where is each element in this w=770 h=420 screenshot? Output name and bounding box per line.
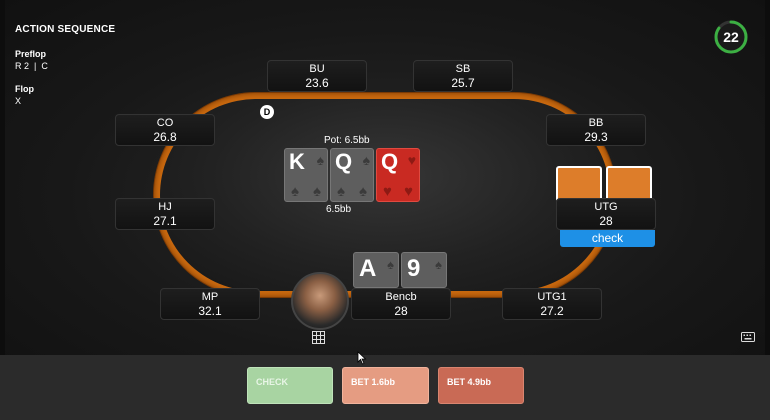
street-actions-preflop: R 2 | C	[15, 61, 48, 71]
spade-icon: ♠	[337, 183, 345, 200]
hero-card: A ♠	[353, 252, 399, 288]
spade-icon: ♠	[316, 152, 324, 168]
seat-hero[interactable]: Bencb 28	[351, 288, 451, 320]
spade-icon: ♠	[291, 183, 299, 200]
seat-utg1[interactable]: UTG1 27.2	[502, 288, 602, 320]
seat-stack: 27.1	[153, 214, 177, 228]
keyboard-icon[interactable]	[741, 332, 755, 342]
seat-name: Bencb	[385, 291, 417, 303]
board-card: Q ♥ ♥ ♥	[376, 148, 420, 202]
seat-bu[interactable]: BU 23.6	[267, 60, 367, 92]
seat-bb[interactable]: BB 29.3	[546, 114, 646, 146]
utg-hole-card-back	[606, 166, 652, 202]
card-rank: Q	[335, 149, 353, 174]
timer-seconds: 22	[723, 29, 739, 45]
street-label-preflop: Preflop	[15, 49, 47, 59]
card-rank: Q	[381, 149, 399, 174]
seat-co[interactable]: CO 26.8	[115, 114, 215, 146]
grid-icon[interactable]	[312, 331, 325, 344]
spade-icon: ♠	[387, 257, 394, 272]
seat-position: CO	[156, 117, 174, 129]
bet-small-button[interactable]: BET 1.6bb	[342, 367, 429, 404]
seat-stack: 32.1	[198, 304, 222, 318]
seat-stack: 25.7	[451, 76, 475, 90]
seat-stack: 29.3	[584, 130, 608, 144]
card-rank: A	[359, 255, 377, 282]
heart-icon: ♥	[407, 152, 416, 168]
seat-position: UTG	[594, 201, 618, 213]
card-rank: 9	[407, 255, 421, 282]
seat-position: MP	[201, 291, 219, 303]
card-rank: K	[289, 149, 305, 174]
board-card: K ♠ ♠ ♠	[284, 148, 328, 202]
seat-position: BU	[309, 63, 325, 75]
seat-position: HJ	[158, 201, 172, 213]
seat-stack: 28	[394, 304, 408, 318]
spade-icon: ♠	[435, 257, 442, 272]
spade-icon: ♠	[313, 183, 321, 200]
bet-amount: 6.5bb	[326, 204, 352, 215]
seat-position: SB	[455, 63, 471, 75]
seat-sb[interactable]: SB 25.7	[413, 60, 513, 92]
utg-last-action-badge: check	[560, 230, 655, 247]
spade-icon: ♠	[362, 152, 370, 168]
heart-icon: ♥	[404, 183, 413, 200]
seat-stack: 28	[599, 214, 613, 228]
check-button[interactable]: CHECK	[247, 367, 333, 404]
bet-large-button[interactable]: BET 4.9bb	[438, 367, 524, 404]
seat-utg[interactable]: UTG 28	[556, 198, 656, 230]
heart-icon: ♥	[383, 183, 392, 200]
mouse-cursor-icon	[357, 351, 367, 365]
seat-position: BB	[588, 117, 604, 129]
pot-label: Pot: 6.5bb	[324, 135, 370, 146]
seat-stack: 27.2	[540, 304, 564, 318]
action-sequence-title: ACTION SEQUENCE	[15, 24, 116, 35]
seat-position: UTG1	[537, 291, 567, 303]
hero-avatar	[291, 272, 349, 330]
street-actions-flop: X	[15, 96, 22, 106]
street-label-flop: Flop	[15, 84, 34, 94]
dealer-button: D	[260, 105, 274, 119]
seat-mp[interactable]: MP 32.1	[160, 288, 260, 320]
utg-hole-card-back	[556, 166, 602, 202]
seat-stack: 23.6	[305, 76, 329, 90]
spade-icon: ♠	[359, 183, 367, 200]
seat-stack: 26.8	[153, 130, 177, 144]
seat-hj[interactable]: HJ 27.1	[115, 198, 215, 230]
hero-card: 9 ♠	[401, 252, 447, 288]
board-card: Q ♠ ♠ ♠	[330, 148, 374, 202]
